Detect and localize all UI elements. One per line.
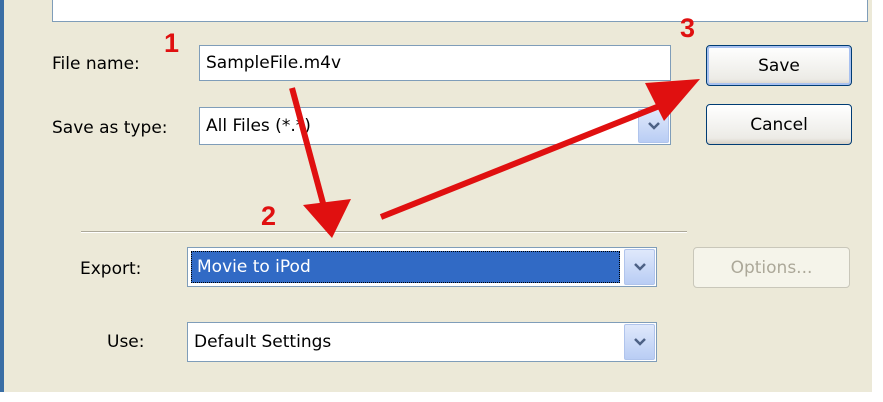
step-3-marker: 3 bbox=[680, 13, 696, 43]
arrow-3-head bbox=[645, 79, 700, 121]
arrow-2-head bbox=[303, 199, 351, 238]
step-2-marker: 2 bbox=[261, 201, 277, 231]
arrow-1-to-2 bbox=[289, 87, 330, 219]
step-1-marker: 1 bbox=[164, 28, 180, 58]
annotation-overlay bbox=[289, 79, 700, 238]
arrow-2-to-3 bbox=[379, 98, 674, 220]
